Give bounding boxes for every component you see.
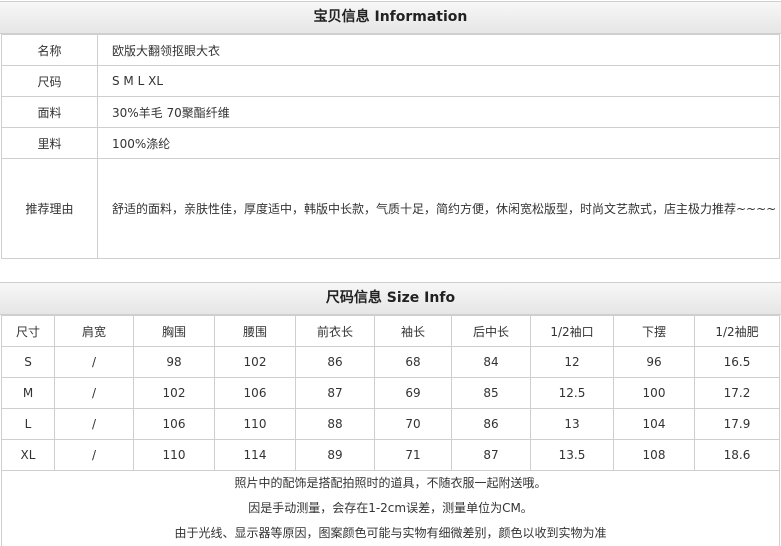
info-row-name: 名称 欧版大翻领抠眼大衣 [1, 34, 780, 66]
info-row-reason: 推荐理由 舒适的面料，亲肤性佳，厚度适中，韩版中长款，气质十足，简约方便，休闲宽… [1, 158, 780, 259]
size-cell: 17.9 [694, 408, 780, 440]
info-label: 里料 [1, 127, 98, 159]
size-header-cell: 前衣长 [295, 315, 375, 347]
size-cell: 17.2 [694, 377, 780, 409]
size-header-row: 尺寸 肩宽 胸围 腰围 前衣长 袖长 后中长 1/2袖口 下摆 1/2袖肥 [1, 315, 780, 347]
table-row: XL / 110 114 89 71 87 13.5 108 18.6 [1, 439, 780, 471]
info-label: 推荐理由 [1, 158, 98, 259]
size-cell: 98 [133, 346, 215, 378]
size-header-cell: 1/2袖口 [530, 315, 614, 347]
info-value: 欧版大翻领抠眼大衣 [97, 34, 780, 66]
info-row-fabric: 面料 30%羊毛 70聚酯纤维 [1, 96, 780, 128]
size-cell: 104 [613, 408, 695, 440]
size-cell: 13.5 [530, 439, 614, 471]
size-cell: 102 [214, 346, 296, 378]
size-header-cell: 胸围 [133, 315, 215, 347]
note-line: 因是手动测量，会存在1-2cm误差，测量单位为CM。 [248, 501, 533, 515]
size-cell: / [54, 377, 134, 409]
size-cell: 16.5 [694, 346, 780, 378]
size-cell: L [1, 408, 55, 440]
size-header-cell: 下摆 [613, 315, 695, 347]
size-cell: 88 [295, 408, 375, 440]
info-value: S M L XL [97, 65, 780, 97]
size-cell: 96 [613, 346, 695, 378]
info-row-lining: 里料 100%涤纶 [1, 127, 780, 159]
info-section-title: 宝贝信息 Information [0, 1, 781, 34]
size-cell: 89 [295, 439, 375, 471]
size-cell: 114 [214, 439, 296, 471]
size-cell: XL [1, 439, 55, 471]
info-value: 舒适的面料，亲肤性佳，厚度适中，韩版中长款，气质十足，简约方便，休闲宽松版型，时… [97, 158, 780, 259]
size-cell: 12.5 [530, 377, 614, 409]
info-label: 尺码 [1, 65, 98, 97]
size-cell: / [54, 408, 134, 440]
size-cell: 87 [295, 377, 375, 409]
size-section-title: 尺码信息 Size Info [0, 282, 781, 315]
size-header-cell: 腰围 [214, 315, 296, 347]
product-detail: 宝贝信息 Information 名称 欧版大翻领抠眼大衣 尺码 S M L X… [0, 1, 781, 546]
table-row: L / 106 110 88 70 86 13 104 17.9 [1, 408, 780, 440]
size-cell: 85 [451, 377, 531, 409]
size-cell: 87 [451, 439, 531, 471]
size-header-cell: 肩宽 [54, 315, 134, 347]
size-cell: 106 [214, 377, 296, 409]
size-header-cell: 袖长 [374, 315, 452, 347]
info-table: 名称 欧版大翻领抠眼大衣 尺码 S M L XL 面料 30%羊毛 70聚酯纤维… [1, 34, 780, 259]
size-cell: 70 [374, 408, 452, 440]
size-cell: 12 [530, 346, 614, 378]
size-cell: 100 [613, 377, 695, 409]
size-header-cell: 后中长 [451, 315, 531, 347]
size-cell: / [54, 346, 134, 378]
table-row: S / 98 102 86 68 84 12 96 16.5 [1, 346, 780, 378]
note-line: 由于光线、显示器等原因，图案颜色可能与实物有细微差别，颜色以收到实物为准 [174, 526, 607, 540]
info-value: 100%涤纶 [97, 127, 780, 159]
size-cell: 106 [133, 408, 215, 440]
size-cell: 68 [374, 346, 452, 378]
size-cell: 86 [451, 408, 531, 440]
size-cell: M [1, 377, 55, 409]
info-row-size: 尺码 S M L XL [1, 65, 780, 97]
size-cell: 108 [613, 439, 695, 471]
size-header-cell: 尺寸 [1, 315, 55, 347]
size-cell: 84 [451, 346, 531, 378]
size-cell: 102 [133, 377, 215, 409]
size-cell: 18.6 [694, 439, 780, 471]
size-cell: / [54, 439, 134, 471]
size-cell: S [1, 346, 55, 378]
size-cell: 71 [374, 439, 452, 471]
notes-block: 照片中的配饰是搭配拍照时的道具，不随衣服一起附送哦。 因是手动测量，会存在1-2… [1, 471, 780, 546]
size-cell: 69 [374, 377, 452, 409]
size-table: 尺寸 肩宽 胸围 腰围 前衣长 袖长 后中长 1/2袖口 下摆 1/2袖肥 S … [1, 315, 780, 471]
note-line: 照片中的配饰是搭配拍照时的道具，不随衣服一起附送哦。 [234, 476, 547, 490]
size-cell: 86 [295, 346, 375, 378]
info-label: 面料 [1, 96, 98, 128]
table-row: M / 102 106 87 69 85 12.5 100 17.2 [1, 377, 780, 409]
info-value: 30%羊毛 70聚酯纤维 [97, 96, 780, 128]
size-cell: 110 [214, 408, 296, 440]
info-label: 名称 [1, 34, 98, 66]
size-cell: 110 [133, 439, 215, 471]
size-header-cell: 1/2袖肥 [694, 315, 780, 347]
size-cell: 13 [530, 408, 614, 440]
